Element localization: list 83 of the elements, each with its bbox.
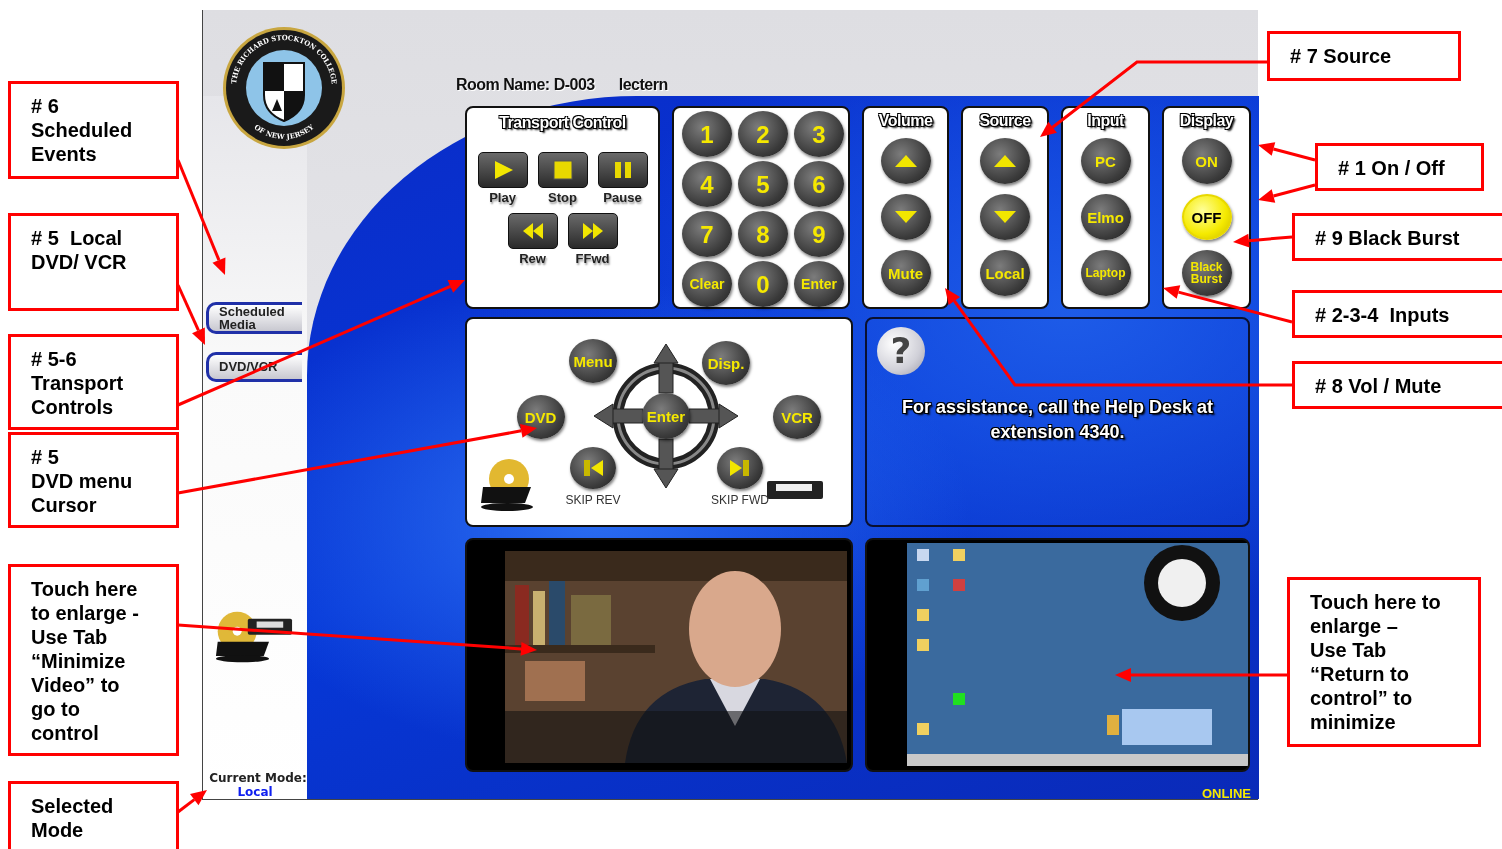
panel-title: Display [1179, 112, 1234, 130]
button-label: Play [489, 190, 516, 205]
skip-forward-icon [729, 458, 751, 478]
menu-button[interactable]: Menu [569, 339, 617, 383]
down-triangle-icon [893, 210, 918, 224]
keypad-button[interactable]: 6 [794, 161, 844, 207]
mode-value: Local [237, 785, 273, 799]
round-button[interactable]: PC [1080, 138, 1131, 184]
down-button[interactable] [880, 194, 931, 240]
round-button[interactable]: Elmo [1080, 194, 1131, 240]
up-triangle-icon [893, 154, 918, 168]
vcr-button[interactable]: VCR [773, 395, 821, 439]
room-name: Room Name: D-003 [456, 76, 595, 94]
desktop-panel[interactable] [865, 538, 1250, 772]
callout-box: # 5-6 Transport Controls [8, 334, 179, 430]
panel-title: Volume [878, 112, 933, 130]
callout-box: # 2-3-4 Inputs [1292, 290, 1502, 338]
up-triangle-icon [993, 154, 1017, 168]
round-button[interactable]: Laptop [1080, 250, 1131, 296]
stop-button[interactable] [537, 152, 588, 188]
down-button[interactable] [980, 194, 1030, 240]
round-button[interactable]: OFF [1181, 194, 1232, 240]
play-button[interactable] [477, 152, 528, 188]
keypad-button[interactable]: 4 [682, 161, 732, 207]
round-button[interactable]: Mute [880, 250, 931, 296]
button-label: Pause [603, 190, 642, 205]
pause-button[interactable] [597, 152, 648, 188]
down-triangle-icon [993, 210, 1017, 224]
keypad-button[interactable]: 2 [738, 111, 788, 157]
round-button[interactable]: Local [980, 250, 1030, 296]
callout-box: # 1 On / Off [1315, 143, 1484, 191]
help-text: For assistance, call the Help Desk at extension 4340. [900, 396, 1215, 444]
arrow [177, 790, 207, 814]
callout-box: # 7 Source [1267, 31, 1461, 81]
button-label: Stop [548, 190, 577, 205]
button-label: SKIP FWD [711, 493, 769, 507]
room-location: lectern [618, 76, 668, 94]
keypad-button[interactable]: 1 [682, 111, 732, 157]
ffwd-button[interactable] [567, 213, 618, 249]
keypad-button[interactable]: Enter [794, 261, 844, 307]
rew-icon [521, 221, 544, 241]
keypad-button[interactable]: 8 [738, 211, 788, 257]
sidebar-tab[interactable]: Scheduled Media [206, 302, 302, 334]
rew-button[interactable] [507, 213, 558, 249]
keypad-button[interactable]: 7 [682, 211, 732, 257]
callout-box: # 6 Scheduled Events [8, 81, 179, 179]
keypad-button[interactable]: Clear [682, 261, 732, 307]
keypad-button[interactable]: 9 [794, 211, 844, 257]
arrow [1258, 183, 1316, 203]
help-icon[interactable]: ? [877, 327, 925, 375]
arrow [1233, 233, 1293, 248]
keypad-button[interactable]: 3 [794, 111, 844, 157]
callout-box: Touch here to enlarge – Use Tab “Return to control” to minimize [1287, 577, 1481, 747]
status-text: ONLINE [1201, 786, 1251, 801]
up-button[interactable] [980, 138, 1030, 184]
panel-title: Source [979, 112, 1031, 130]
dvd-disc-icon [479, 457, 535, 513]
panel-title: Transport Control [499, 114, 626, 132]
enter-button[interactable]: Enter [642, 393, 690, 439]
callout-box: # 9 Black Burst [1292, 213, 1502, 261]
button-label: Rew [519, 251, 546, 266]
keypad-button[interactable]: 0 [738, 261, 788, 307]
arrow [1258, 142, 1316, 162]
button-label: FFwd [575, 251, 610, 266]
mode-label: Current Mode: [208, 771, 307, 785]
dvd-button[interactable]: DVD [516, 395, 565, 439]
display-button[interactable]: Disp. [702, 341, 750, 385]
callout-box: # 8 Vol / Mute [1292, 361, 1502, 409]
up-button[interactable] [880, 138, 931, 184]
callout-box: Touch here to enlarge - Use Tab “Minimize Video” to go to control [8, 564, 179, 756]
callout-box: Selected Mode [8, 781, 179, 849]
skip-button[interactable] [717, 447, 763, 489]
button-label: SKIP REV [565, 493, 621, 507]
video-panel[interactable] [465, 538, 853, 772]
callout-box: # 5 DVD menu Cursor [8, 432, 179, 528]
ffwd-icon [581, 221, 604, 241]
stop-icon [551, 160, 574, 180]
callout-box: # 5 Local DVD/ VCR [8, 213, 179, 311]
keypad-button[interactable]: 5 [738, 161, 788, 207]
round-button[interactable]: Black Burst [1181, 250, 1232, 296]
skip-back-icon [582, 458, 604, 478]
round-button[interactable]: ON [1181, 138, 1232, 184]
skip-button[interactable] [570, 447, 616, 489]
